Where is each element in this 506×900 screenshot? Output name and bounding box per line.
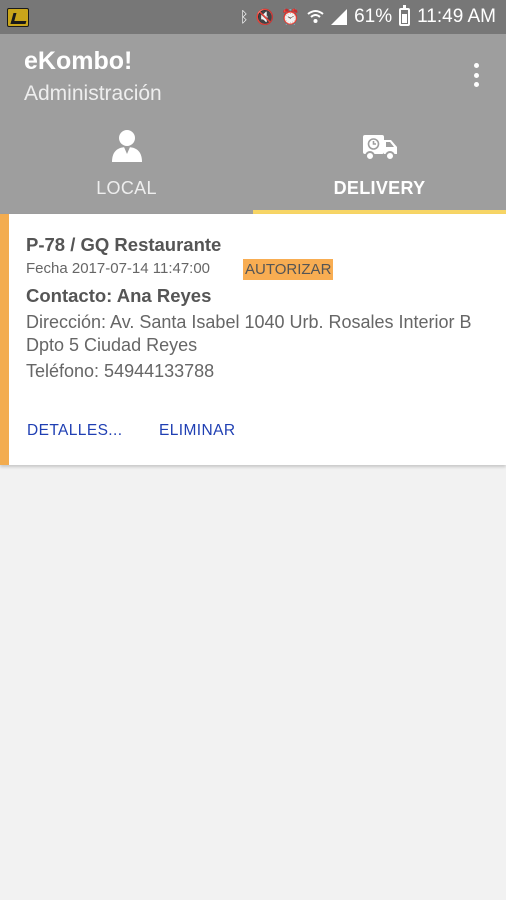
clock: 11:49 AM	[417, 6, 496, 27]
card-accent-bar	[0, 214, 9, 465]
wifi-icon	[307, 10, 324, 23]
status-bar: ᛒ 🔇 ⏰ 61% 11:49 AM	[0, 0, 506, 34]
battery-percent: 61%	[354, 6, 393, 27]
tab-local[interactable]: LOCAL	[0, 120, 253, 214]
order-contact: Contacto: Ana Reyes	[26, 285, 212, 306]
overflow-menu-icon[interactable]	[464, 60, 488, 90]
delivery-truck-icon	[362, 135, 397, 161]
person-icon	[111, 130, 142, 162]
alarm-icon: ⏰	[281, 9, 301, 26]
order-phone: Teléfono: 54944133788	[26, 361, 215, 381]
tab-bar: LOCAL DELIVERY	[0, 120, 506, 214]
app-notification-icon	[7, 8, 29, 27]
app-subtitle: Administración	[24, 82, 162, 105]
mute-icon: 🔇	[255, 9, 275, 26]
app-title: eKombo!	[24, 47, 133, 75]
order-code: P-78 / GQ Restaurante	[26, 234, 222, 255]
tab-delivery-label: DELIVERY	[333, 178, 426, 198]
bluetooth-icon: ᛒ	[239, 8, 249, 26]
order-date: Fecha 2017-07-14 11:47:00	[26, 260, 211, 277]
app-bar: eKombo! Administración LOCAL DELIVERY	[0, 34, 506, 214]
order-address: Dirección: Av. Santa Isabel 1040 Urb. Ro…	[26, 312, 472, 355]
order-card: P-78 / GQ Restaurante Fecha 2017-07-14 1…	[0, 214, 506, 465]
delete-button[interactable]: ELIMINAR	[159, 422, 235, 440]
status-badge: AUTORIZAR	[243, 259, 334, 280]
tab-delivery[interactable]: DELIVERY	[253, 120, 506, 214]
details-button[interactable]: DETALLES...	[27, 422, 122, 440]
tab-local-label: LOCAL	[96, 178, 157, 198]
signal-icon	[331, 9, 348, 25]
status-indicators: ᛒ 🔇 ⏰ 61% 11:49 AM	[240, 0, 496, 34]
battery-icon	[399, 5, 411, 26]
